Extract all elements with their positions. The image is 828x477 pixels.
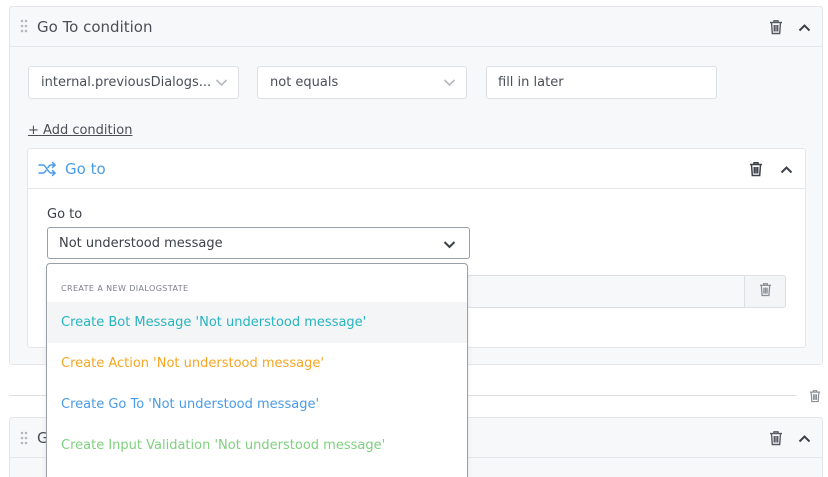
drag-handle-icon[interactable]	[20, 430, 28, 449]
trash-icon[interactable]	[746, 159, 766, 179]
go-to-field-label: Go to	[47, 207, 83, 222]
create-action-option[interactable]: Create Action 'Not understood message'	[47, 343, 467, 384]
field-select-value: internal.previousDialogs...	[41, 75, 212, 90]
card-title: Go To condition	[37, 18, 153, 36]
shuffle-arrows-icon	[38, 160, 58, 182]
chevron-down-icon	[443, 238, 456, 253]
chevron-down-icon	[215, 76, 228, 91]
option-label: Create Bot Message 'Not understood messa…	[61, 315, 367, 330]
go-to-select-value: Not understood message	[59, 235, 223, 251]
add-condition-link[interactable]: + Add condition	[28, 123, 132, 138]
hidden-text-field[interactable]	[467, 275, 786, 308]
go-to-card-header: Go to	[28, 149, 805, 189]
trash-icon[interactable]	[766, 17, 786, 37]
go-to-select[interactable]: Not understood message	[47, 227, 470, 259]
chevron-up-icon[interactable]	[794, 17, 814, 37]
value-input-text: fill in later	[498, 75, 564, 90]
dropdown-header: CREATE A NEW DIALOGSTATE	[61, 284, 189, 293]
option-label: Create Action 'Not understood message'	[61, 356, 324, 371]
dialogstate-dropdown: CREATE A NEW DIALOGSTATE Create Bot Mess…	[46, 263, 468, 477]
trash-icon	[759, 282, 772, 301]
go-to-title: Go to	[65, 160, 106, 178]
trash-icon[interactable]	[766, 428, 786, 448]
chevron-up-icon[interactable]	[776, 159, 796, 179]
chevron-up-icon[interactable]	[794, 428, 814, 448]
option-label: Create Go To 'Not understood message'	[61, 397, 320, 412]
trash-icon[interactable]	[805, 386, 825, 406]
create-bot-message-option[interactable]: Create Bot Message 'Not understood messa…	[47, 302, 467, 343]
chevron-down-icon	[443, 76, 456, 91]
delete-field-button[interactable]	[744, 275, 786, 308]
option-label: Create Input Validation 'Not understood …	[61, 438, 386, 453]
value-input[interactable]: fill in later	[486, 66, 717, 99]
drag-handle-icon[interactable]	[20, 19, 28, 37]
field-select[interactable]: internal.previousDialogs...	[28, 66, 239, 99]
create-go-to-option[interactable]: Create Go To 'Not understood message'	[47, 384, 467, 425]
card-header: Go To condition	[10, 7, 822, 47]
create-input-validation-option[interactable]: Create Input Validation 'Not understood …	[47, 425, 467, 466]
operator-select-value: not equals	[270, 75, 339, 90]
operator-select[interactable]: not equals	[257, 66, 467, 99]
